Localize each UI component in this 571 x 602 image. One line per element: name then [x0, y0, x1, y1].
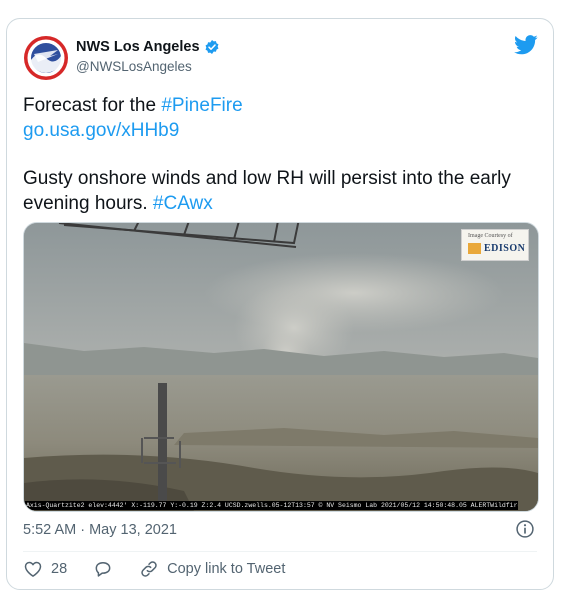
tweet-media-photo[interactable]: Image Courtesy of EDISON Axis-Quartzite2… [23, 222, 539, 512]
edison-logo-icon [468, 243, 481, 254]
hashtag-cawx[interactable]: #CAwx [153, 193, 213, 214]
verified-badge-icon [205, 40, 219, 54]
reply-button[interactable] [93, 559, 113, 579]
hashtag-pinefire[interactable]: #PineFire [161, 95, 242, 116]
tweet-actions: 28 Copy link to Tweet [23, 559, 285, 579]
tweet-text: Forecast for the #PineFire go.usa.gov/xH… [23, 94, 543, 216]
actions-divider [23, 551, 537, 552]
like-button[interactable]: 28 [23, 559, 67, 579]
nws-logo-icon[interactable] [24, 36, 68, 80]
image-credit-brand: EDISON [484, 243, 526, 254]
camera-info-overlay: Axis-Quartzite2 elev:4442' X:-119.77 Y:-… [24, 501, 518, 510]
heart-icon [24, 561, 42, 577]
author-name-row[interactable]: NWS Los Angeles [76, 39, 220, 55]
tweet-card[interactable]: NWS Los Angeles @NWSLosAngeles Forecast … [6, 18, 554, 590]
wildfire-camera-image[interactable] [24, 223, 538, 511]
copy-link-label: Copy link to Tweet [167, 561, 286, 577]
tweet-text-intro: Forecast for the [23, 95, 162, 116]
tweet-line-1: Forecast for the #PineFire [23, 94, 543, 119]
forecast-link[interactable]: go.usa.gov/xHHb9 [23, 120, 179, 141]
author-handle[interactable]: @NWSLosAngeles [76, 59, 192, 74]
twitter-bird-icon[interactable] [514, 35, 538, 55]
link-icon [141, 561, 157, 577]
tweet-timestamp[interactable]: 5:52 AM · May 13, 2021 [23, 522, 177, 538]
info-icon[interactable] [515, 519, 535, 539]
image-credit-label: Image Courtesy of [468, 233, 513, 239]
author-name[interactable]: NWS Los Angeles [76, 39, 200, 55]
copy-link-button[interactable]: Copy link to Tweet [139, 559, 285, 579]
image-credit-badge: Image Courtesy of EDISON [461, 229, 529, 261]
like-count: 28 [51, 561, 68, 577]
tweet-text-body: Gusty onshore winds and low RH will pers… [23, 168, 511, 214]
reply-icon [95, 562, 111, 577]
tweet-line-3: Gusty onshore winds and low RH will pers… [23, 167, 543, 216]
